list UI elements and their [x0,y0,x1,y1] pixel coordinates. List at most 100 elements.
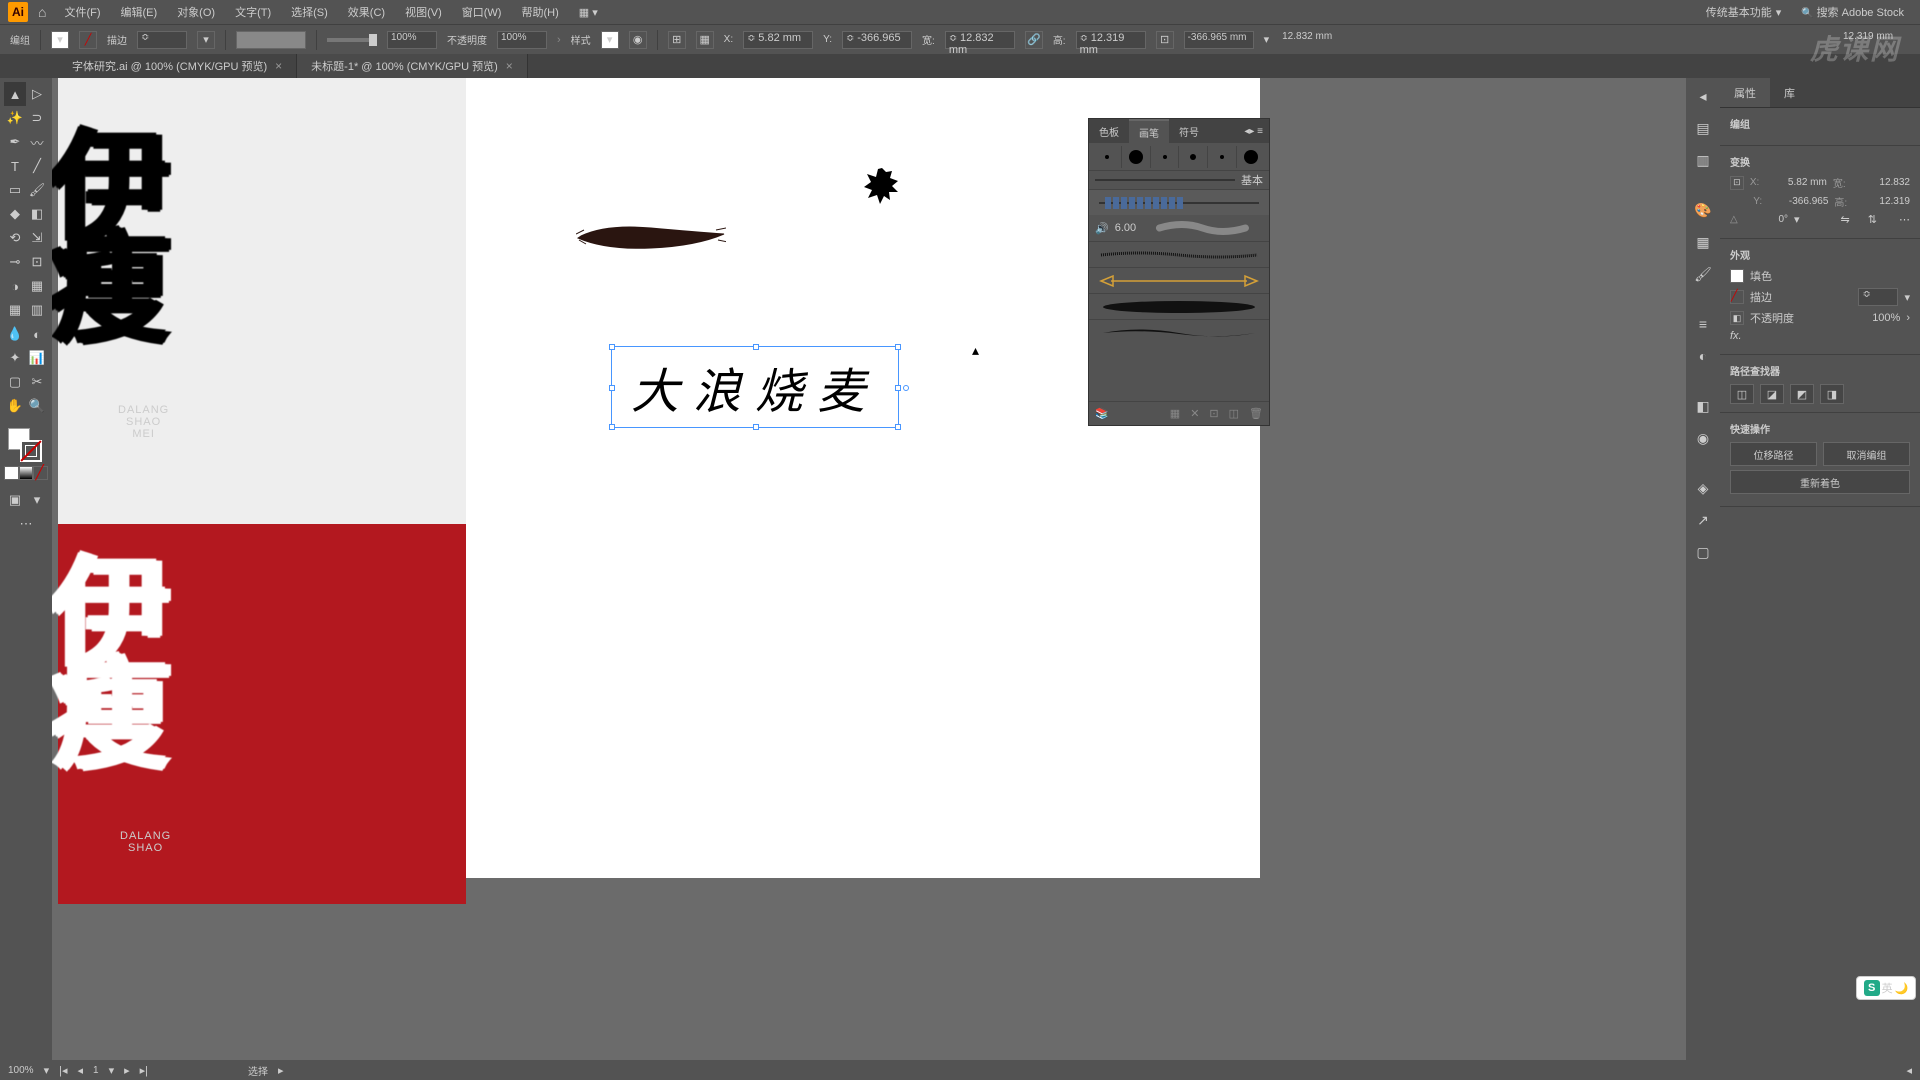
appearance-icon[interactable]: ◉ [1689,424,1717,452]
menu-arrange-icon[interactable]: ▦ ▾ [571,6,606,19]
mesh-tool[interactable]: ▦ [4,298,26,322]
libraries-icon[interactable]: ▥ [1689,146,1717,174]
color-mode-gradient[interactable] [19,466,34,480]
artboard-number[interactable]: 1 [93,1065,99,1076]
scroll-right-icon[interactable]: ◂ [1906,1064,1912,1077]
menu-select[interactable]: 选择(S) [283,4,336,20]
w-val[interactable]: 12.832 [1851,177,1910,188]
properties-tab[interactable]: 属性 [1720,78,1770,107]
magic-wand-tool[interactable]: ✨ [4,106,26,130]
flip-h-icon[interactable]: ⇋ [1840,213,1849,226]
menu-effect[interactable]: 效果(C) [340,4,393,20]
brush-preset-3[interactable] [1151,146,1180,168]
rectangle-tool[interactable]: ▭ [4,178,26,202]
brush-preset-2[interactable] [1122,146,1151,168]
slice-tool[interactable]: ✂ [26,370,48,394]
new-brush-icon[interactable]: ◫ [1229,407,1239,420]
brushes-icon[interactable]: 🖌 [1689,260,1717,288]
delete-brush-icon[interactable]: 🗑 [1249,407,1263,420]
fill-swatch[interactable]: ▾ [51,31,69,49]
last-artboard-icon[interactable]: ▸| [140,1064,148,1077]
brush-preset-6[interactable] [1237,146,1265,168]
transparency-icon[interactable]: ◧ [1689,392,1717,420]
w-input[interactable]: ≎ 12.832 mm [945,31,1015,49]
brush-size-value[interactable]: 6.00 [1115,222,1136,234]
pathfinder-minus[interactable]: ◪ [1760,384,1784,404]
width-tool[interactable]: ⊸ [4,250,26,274]
stroke-profile[interactable]: ▾ [197,31,215,49]
brush-thumb-ink2[interactable] [1089,319,1269,345]
ungroup-btn[interactable]: 取消编组 [1823,442,1910,466]
scale-slider[interactable] [327,38,377,42]
lasso-tool[interactable]: ⊃ [26,106,48,130]
remove-brush-stroke-icon[interactable]: ✕ [1190,407,1199,420]
menu-help[interactable]: 帮助(H) [513,4,566,20]
link-wh-icon[interactable]: 🔗 [1025,31,1043,49]
shape-builder-tool[interactable]: ◑ [4,274,26,298]
stroke-weight-prop[interactable]: ≎ [1858,288,1898,306]
stroke-weight[interactable]: ≎ [137,31,187,49]
doc-tab-1[interactable]: 字体研究.ai @ 100% (CMYK/GPU 预览)× [58,54,297,78]
menu-file[interactable]: 文件(F) [56,4,108,20]
stroke-panel-icon[interactable]: ≡ [1689,310,1717,338]
chevron-down-icon[interactable]: ▾ [1794,213,1800,226]
artboards-icon[interactable]: ▢ [1689,538,1717,566]
symbol-sprayer-tool[interactable]: ✦ [4,346,26,370]
h-input[interactable]: ≎ 12.319 mm [1076,31,1146,49]
scroll-left-icon[interactable]: ▸ [278,1064,284,1077]
free-transform-tool[interactable]: ⊡ [26,250,48,274]
paintbrush-tool[interactable]: 🖌 [26,178,48,202]
x-val[interactable]: 5.82 mm [1768,177,1827,188]
basic-brush-row[interactable]: 基本 [1089,171,1269,189]
chevron-down-icon[interactable]: ▾ [44,1064,50,1077]
swatches-icon[interactable]: ▦ [1689,228,1717,256]
reference-point[interactable]: ⊡ [1730,176,1744,190]
speaker-icon[interactable]: 🔊 [1095,222,1109,235]
scale-tool[interactable]: ⇲ [26,226,48,250]
y-val[interactable]: -366.965 [1771,196,1829,207]
recolor-btn[interactable]: 重新着色 [1730,470,1910,494]
fill-swatch-prop[interactable] [1730,269,1744,283]
color-mode-none[interactable]: ╱ [33,466,48,480]
chevron-down-icon[interactable]: ▾ [1904,291,1910,304]
menu-view[interactable]: 视图(V) [397,4,450,20]
align-icon[interactable]: ⊞ [668,31,686,49]
stroke-color[interactable] [20,440,42,462]
menu-object[interactable]: 对象(O) [169,4,223,20]
home-icon[interactable]: ⌂ [32,4,52,20]
brush-preset-4[interactable] [1179,146,1208,168]
transform-icon[interactable]: ▦ [696,31,714,49]
pen-tool[interactable]: ✒ [4,130,26,154]
curvature-tool[interactable]: 〰 [26,130,48,154]
hand-tool[interactable]: ✋ [4,394,26,418]
opacity-icon[interactable]: ◧ [1730,311,1744,325]
scale-input[interactable]: 100% [387,31,437,49]
brush-library-icon[interactable]: 📚 [1095,407,1109,420]
close-icon[interactable]: × [506,59,513,73]
shaper-tool[interactable]: ◆ [4,202,26,226]
first-artboard-icon[interactable]: |◂ [59,1064,67,1077]
layers-icon[interactable]: ◈ [1689,474,1717,502]
shear-input[interactable]: -366.965 mm [1184,31,1254,49]
close-icon[interactable]: × [275,59,282,73]
flip-v-icon[interactable]: ⇅ [1868,213,1877,226]
pathfinder-unite[interactable]: ◫ [1730,384,1754,404]
canvas[interactable]: 伊瘦 DALANGSHAOMEI 伊瘦 DALANGSHAO 大浪烧 [52,78,1686,1060]
stroke-swatch[interactable]: ╱ [79,31,97,49]
zoom-tool[interactable]: 🔍 [26,394,48,418]
screen-mode-dropdown[interactable]: ▾ [26,488,48,512]
type-tool[interactable]: T [4,154,26,178]
menu-edit[interactable]: 编辑(E) [113,4,166,20]
chevron-down-icon[interactable]: ▾ [109,1064,115,1077]
blend-tool[interactable]: ◐ [26,322,48,346]
fill-stroke-swatches[interactable] [4,426,48,462]
color-icon[interactable]: 🎨 [1689,196,1717,224]
search-field[interactable]: 🔍 搜索 Adobe Stock [1793,4,1912,20]
next-artboard-icon[interactable]: ▸ [124,1064,130,1077]
gradient-panel-icon[interactable]: ◐ [1689,342,1717,370]
selection-tool[interactable]: ▲ [4,82,26,106]
zoom-level[interactable]: 100% [8,1065,34,1076]
menu-window[interactable]: 窗口(W) [454,4,510,20]
direct-selection-tool[interactable]: ▷ [26,82,48,106]
brush-thumb-selected[interactable] [1089,189,1269,215]
